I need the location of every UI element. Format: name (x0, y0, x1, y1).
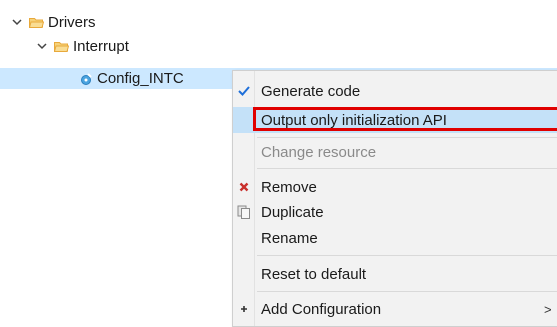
menu-item-label: Remove (261, 178, 317, 196)
menu-separator (257, 168, 557, 169)
menu-item-label: Output only initialization API (261, 111, 447, 129)
checkmark-icon (237, 84, 251, 98)
tree-node-drivers[interactable]: Drivers (12, 10, 96, 34)
menu-item-label: Reset to default (261, 265, 367, 283)
menu-item-reset-to-default[interactable]: Reset to default (233, 261, 557, 287)
remove-icon (237, 180, 251, 194)
menu-item-generate-code[interactable]: Generate code (233, 78, 557, 104)
add-icon (237, 302, 251, 316)
tree-node-label: Config_INTC (97, 70, 184, 87)
menu-item-change-resource: Change resource (233, 139, 557, 165)
menu-item-add-configuration[interactable]: Add Configuration > (233, 296, 557, 322)
chevron-down-icon[interactable] (37, 41, 47, 51)
tree-node-interrupt[interactable]: Interrupt (37, 34, 129, 58)
config-component-icon (81, 72, 92, 85)
menu-separator (257, 291, 557, 292)
menu-item-rename[interactable]: Rename (233, 225, 557, 251)
menu-item-output-only-init-api[interactable]: Output only initialization API (233, 107, 557, 133)
menu-item-duplicate[interactable]: Duplicate (233, 199, 557, 225)
folder-open-icon (29, 17, 44, 28)
menu-item-label: Duplicate (261, 203, 324, 221)
duplicate-icon (237, 205, 251, 219)
menu-item-label: Add Configuration (261, 300, 382, 318)
submenu-arrow-icon: > (544, 301, 552, 317)
tree-node-label: Interrupt (73, 37, 129, 55)
menu-separator (257, 255, 557, 256)
tree-node-label: Drivers (48, 13, 96, 31)
menu-item-label: Change resource (261, 143, 377, 161)
menu-item-label: Rename (261, 229, 318, 247)
chevron-down-icon[interactable] (12, 17, 22, 27)
menu-item-remove[interactable]: Remove (233, 174, 557, 200)
folder-open-icon (54, 41, 69, 52)
menu-separator (257, 137, 557, 138)
menu-item-label: Generate code (261, 82, 361, 100)
context-menu: Generate code Output only initialization… (232, 70, 557, 327)
